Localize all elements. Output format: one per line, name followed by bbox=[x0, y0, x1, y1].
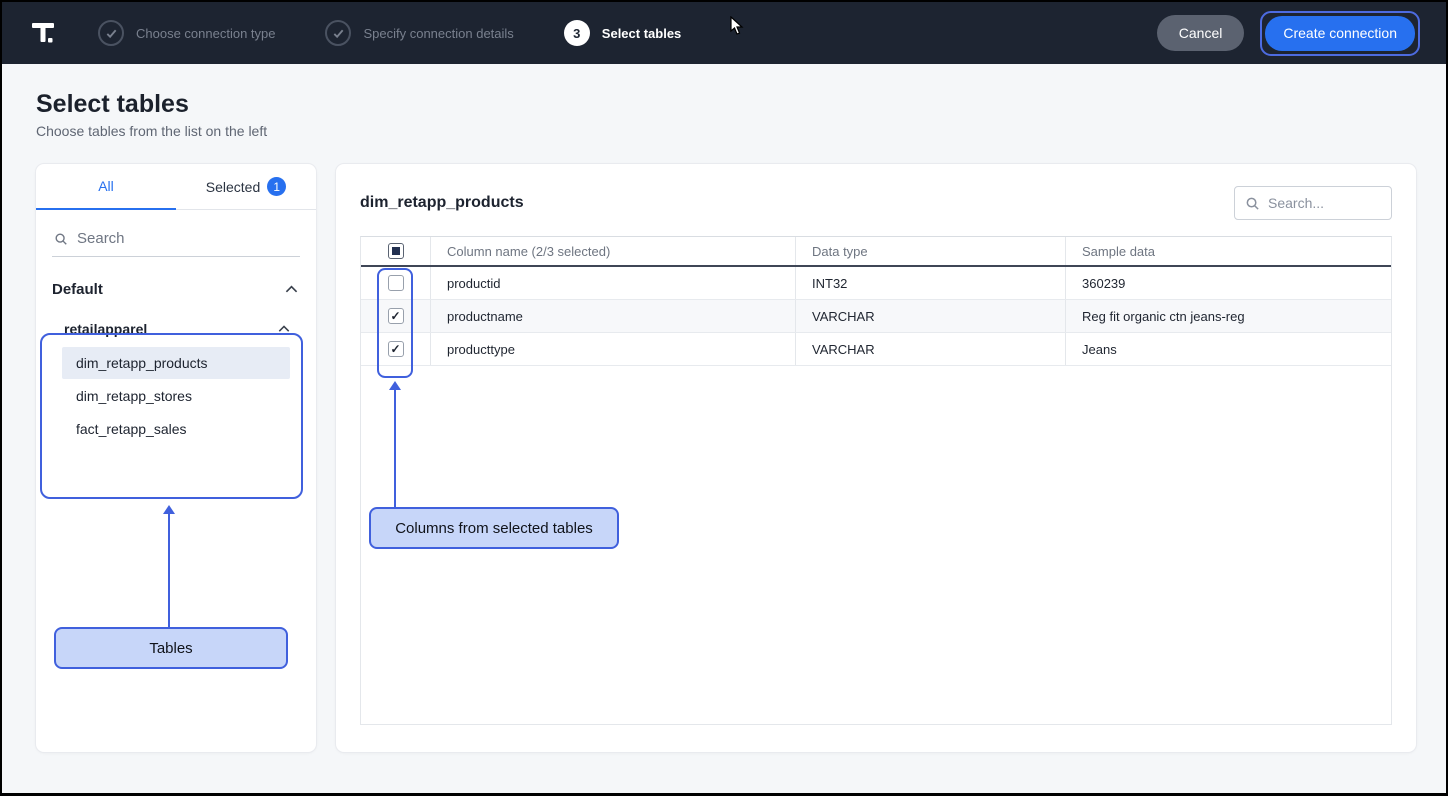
cancel-button[interactable]: Cancel bbox=[1157, 15, 1245, 51]
table-row-productname[interactable]: productname VARCHAR Reg fit organic ctn … bbox=[361, 300, 1391, 333]
columns-table: Column name (2/3 selected) Data type Sam… bbox=[360, 236, 1392, 725]
topbar-actions: Cancel Create connection bbox=[1157, 11, 1420, 56]
tables-search[interactable] bbox=[52, 230, 300, 257]
schema-retailapparel[interactable]: retailapparel bbox=[36, 310, 316, 346]
table-item-dim-retapp-products[interactable]: dim_retapp_products bbox=[62, 347, 290, 379]
columns-annotation-arrowhead-icon bbox=[389, 381, 401, 390]
tables-tabs: All Selected 1 bbox=[36, 164, 316, 210]
step-specify-connection-details[interactable]: Specify connection details bbox=[325, 20, 513, 46]
columns-panel: dim_retapp_products Column name (2/3 sel… bbox=[336, 164, 1416, 752]
row-checkbox-cell bbox=[361, 333, 431, 365]
selected-count-badge: 1 bbox=[267, 177, 286, 196]
columns-annotation-text: Columns from selected tables bbox=[395, 520, 593, 537]
tables-annotation-label: Tables bbox=[54, 627, 288, 669]
table-row-productid[interactable]: productid INT32 360239 bbox=[361, 267, 1391, 300]
mouse-cursor bbox=[730, 16, 746, 36]
schema-label: retailapparel bbox=[64, 321, 147, 337]
step-label: Specify connection details bbox=[363, 26, 513, 41]
columns-search-input[interactable] bbox=[1268, 195, 1378, 211]
group-default-label: Default bbox=[52, 281, 103, 298]
step-done-check-icon bbox=[325, 20, 351, 46]
select-all-checkbox[interactable] bbox=[388, 243, 404, 259]
tab-all-label: All bbox=[98, 178, 114, 194]
columns-panel-header: dim_retapp_products bbox=[336, 164, 1416, 236]
column-name-cell: productname bbox=[431, 300, 796, 332]
row-checkbox[interactable] bbox=[388, 275, 404, 291]
search-icon bbox=[1245, 196, 1260, 211]
row-checkbox-cell bbox=[361, 267, 431, 299]
table-row-producttype[interactable]: producttype VARCHAR Jeans bbox=[361, 333, 1391, 366]
brand-logo-icon bbox=[28, 18, 58, 48]
header-column-name: Column name (2/3 selected) bbox=[431, 237, 796, 265]
row-checkbox[interactable] bbox=[388, 341, 404, 357]
data-type-cell: VARCHAR bbox=[796, 300, 1066, 332]
step-label: Select tables bbox=[602, 26, 682, 41]
header-checkbox-cell bbox=[361, 237, 431, 265]
tab-all[interactable]: All bbox=[36, 164, 176, 210]
step-choose-connection-type[interactable]: Choose connection type bbox=[98, 20, 275, 46]
tables-search-input[interactable] bbox=[77, 230, 257, 247]
sample-data-cell: 360239 bbox=[1066, 267, 1391, 299]
step-number: 3 bbox=[564, 20, 590, 46]
columns-annotation-label: Columns from selected tables bbox=[369, 507, 619, 549]
header-data-type: Data type bbox=[796, 237, 1066, 265]
page-title: Select tables bbox=[36, 90, 189, 119]
tab-selected-label: Selected bbox=[206, 179, 260, 195]
page-subtitle: Choose tables from the list on the left bbox=[36, 123, 267, 139]
tables-annotation-arrow bbox=[168, 514, 170, 627]
selected-table-title: dim_retapp_products bbox=[360, 194, 524, 212]
step-select-tables[interactable]: 3 Select tables bbox=[564, 20, 682, 46]
wizard-steps: Choose connection type Specify connectio… bbox=[98, 20, 681, 46]
sample-data-cell: Reg fit organic ctn jeans-reg bbox=[1066, 300, 1391, 332]
step-label: Choose connection type bbox=[136, 26, 275, 41]
search-icon bbox=[54, 232, 68, 246]
create-connection-button[interactable]: Create connection bbox=[1265, 16, 1415, 51]
wizard-topbar: Choose connection type Specify connectio… bbox=[2, 2, 1446, 64]
columns-table-header: Column name (2/3 selected) Data type Sam… bbox=[361, 237, 1391, 267]
table-item-dim-retapp-stores[interactable]: dim_retapp_stores bbox=[62, 380, 290, 412]
sample-data-cell: Jeans bbox=[1066, 333, 1391, 365]
chevron-up-icon bbox=[285, 285, 298, 294]
tables-annotation-text: Tables bbox=[149, 640, 192, 657]
group-default[interactable]: Default bbox=[36, 261, 316, 310]
chevron-up-icon bbox=[278, 325, 290, 333]
create-connection-highlight: Create connection bbox=[1260, 11, 1420, 56]
columns-annotation-arrow bbox=[394, 390, 396, 507]
table-item-fact-retapp-sales[interactable]: fact_retapp_sales bbox=[62, 413, 290, 445]
header-sample-data: Sample data bbox=[1066, 237, 1391, 265]
app-window: Choose connection type Specify connectio… bbox=[0, 0, 1448, 796]
column-name-cell: productid bbox=[431, 267, 796, 299]
column-name-cell: producttype bbox=[431, 333, 796, 365]
step-done-check-icon bbox=[98, 20, 124, 46]
row-checkbox-cell bbox=[361, 300, 431, 332]
data-type-cell: INT32 bbox=[796, 267, 1066, 299]
data-type-cell: VARCHAR bbox=[796, 333, 1066, 365]
columns-search[interactable] bbox=[1234, 186, 1392, 220]
row-checkbox[interactable] bbox=[388, 308, 404, 324]
tables-annotation-arrowhead-icon bbox=[163, 505, 175, 514]
tab-selected[interactable]: Selected 1 bbox=[176, 164, 316, 210]
